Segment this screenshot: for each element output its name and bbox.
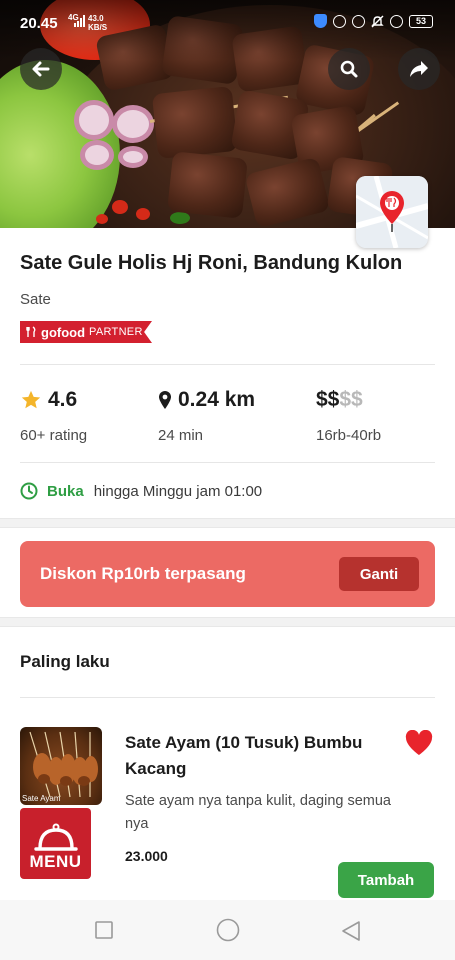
arrow-left-icon bbox=[32, 61, 50, 77]
add-item-button[interactable]: Tambah bbox=[338, 862, 434, 898]
search-icon bbox=[340, 60, 358, 78]
menu-item-name[interactable]: Sate Ayam (10 Tusuk) Bumbu Kacang bbox=[125, 730, 395, 782]
divider bbox=[20, 697, 435, 698]
gofood-partner-badge: gofood PARTNER bbox=[20, 321, 152, 343]
rating-count: 60+ rating bbox=[20, 427, 88, 444]
opening-hours: Buka hingga Minggu jam 01:00 bbox=[20, 482, 262, 500]
favorite-heart-icon[interactable] bbox=[405, 730, 433, 756]
network-speed-value: 43.0 bbox=[88, 14, 104, 23]
fork-knife-icon bbox=[26, 326, 36, 337]
share-button[interactable] bbox=[398, 48, 440, 90]
recent-apps-icon[interactable] bbox=[94, 920, 114, 940]
price-stat: $$$$ 16rb-40rb bbox=[316, 388, 381, 444]
divider bbox=[20, 364, 435, 365]
alarm-icon bbox=[390, 14, 403, 28]
menu-badge: MENU bbox=[20, 808, 91, 879]
price-range: 16rb-40rb bbox=[316, 427, 382, 444]
signal-icon bbox=[74, 15, 85, 27]
search-button[interactable] bbox=[328, 48, 370, 90]
gofood-brand: gofood bbox=[41, 324, 86, 340]
menu-item-image[interactable]: Sate Ayam bbox=[20, 727, 102, 805]
battery-indicator: 53 bbox=[409, 14, 433, 28]
home-icon[interactable] bbox=[216, 918, 240, 942]
divider bbox=[20, 462, 435, 463]
cloche-icon bbox=[33, 823, 78, 851]
rating-value: 4.6 bbox=[48, 388, 78, 411]
partner-label: PARTNER bbox=[89, 326, 143, 338]
promo-text: Diskon Rp10rb terpasang bbox=[40, 564, 246, 583]
status-bar: 20.45 4G 43.0 KB/S 53 bbox=[0, 0, 455, 44]
delivery-time: 24 min bbox=[158, 427, 204, 444]
map-pin-icon bbox=[356, 176, 428, 248]
distance-value: 0.24 km bbox=[178, 388, 256, 411]
price-level: $$$$ bbox=[316, 388, 363, 412]
menu-badge-label: MENU bbox=[29, 852, 82, 871]
item-image-label: Sate Ayam bbox=[22, 794, 61, 803]
menu-item-price: 23.000 bbox=[125, 848, 168, 864]
network-speed: 43.0 KB/S bbox=[88, 14, 107, 32]
location-pin-icon bbox=[159, 391, 171, 409]
section-separator bbox=[0, 518, 455, 528]
lock-icon bbox=[333, 14, 346, 28]
section-separator bbox=[0, 617, 455, 627]
map-thumbnail[interactable] bbox=[356, 176, 428, 248]
price-level-inactive: $$ bbox=[339, 388, 363, 411]
menu-item-description: Sate ayam nya tanpa kulit, daging semua … bbox=[125, 793, 391, 832]
price-level-active: $$ bbox=[316, 388, 340, 411]
status-time: 20.45 bbox=[20, 15, 58, 32]
back-nav-icon[interactable] bbox=[340, 920, 362, 942]
bell-off-icon bbox=[371, 15, 384, 27]
distance-stat: 0.24 km 24 min bbox=[158, 388, 255, 444]
system-nav-bar bbox=[0, 900, 455, 960]
network-speed-unit: KB/S bbox=[88, 23, 108, 32]
restaurant-name: Sate Gule Holis Hj Roni, Bandung Kulon bbox=[20, 252, 403, 274]
clock-icon bbox=[20, 482, 38, 500]
back-button[interactable] bbox=[20, 48, 62, 90]
restaurant-category: Sate bbox=[20, 291, 51, 308]
share-icon bbox=[410, 61, 428, 77]
section-title: Paling laku bbox=[20, 652, 110, 671]
vpn-shield-icon bbox=[314, 14, 327, 28]
location-icon bbox=[352, 14, 365, 28]
change-promo-button[interactable]: Ganti bbox=[339, 557, 419, 591]
promo-banner[interactable]: Diskon Rp10rb terpasang Ganti bbox=[20, 541, 435, 607]
open-until: hingga Minggu jam 01:00 bbox=[93, 482, 263, 500]
rating-stat: 4.6 60+ rating bbox=[20, 388, 87, 444]
star-icon bbox=[21, 390, 41, 409]
open-status: Buka bbox=[47, 482, 84, 500]
